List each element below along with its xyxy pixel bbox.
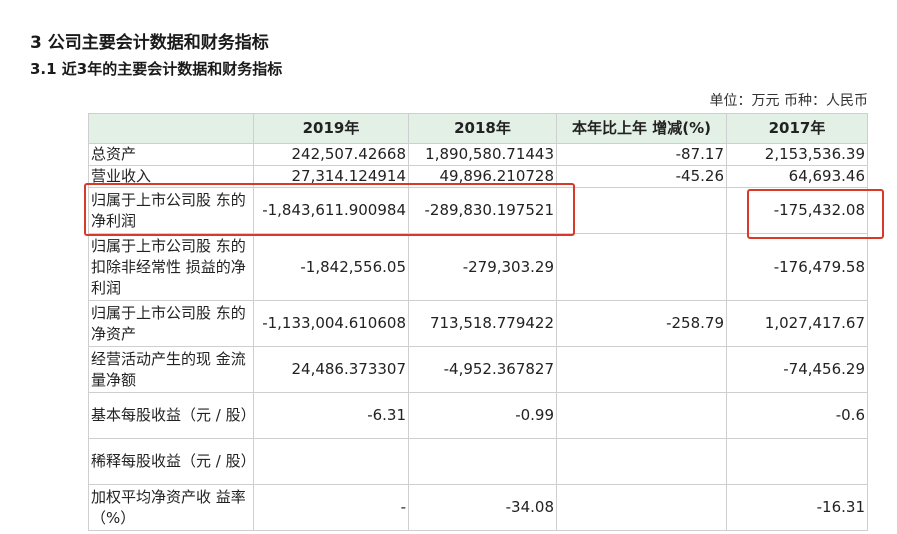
cell-2017: 1,027,417.67	[726, 300, 868, 347]
cell-change: -87.17	[556, 143, 727, 166]
cell-2019: -1,133,004.610608	[253, 300, 409, 347]
cell-change	[556, 187, 727, 234]
row-label: 营业收入	[88, 165, 254, 188]
cell-2018: -0.99	[408, 392, 557, 439]
cell-2019: -1,843,611.900984	[253, 187, 409, 234]
header-label-col	[88, 113, 254, 144]
cell-2018: -4,952.367827	[408, 346, 557, 393]
table-row: 归属于上市公司股 东的净资产 -1,133,004.610608 713,518…	[88, 300, 868, 347]
table-row: 归属于上市公司股 东的扣除非经常性 损益的净利润 -1,842,556.05 -…	[88, 233, 868, 301]
cell-2018: 1,890,580.71443	[408, 143, 557, 166]
cell-2017: -0.6	[726, 392, 868, 439]
cell-2017: 2,153,536.39	[726, 143, 868, 166]
table-row: 营业收入 27,314.124914 49,896.210728 -45.26 …	[88, 165, 868, 188]
header-2019: 2019年	[253, 113, 409, 144]
cell-2019: -1,842,556.05	[253, 233, 409, 301]
row-label: 基本每股收益（元 / 股）	[88, 392, 256, 439]
financial-data-table: 2019年 2018年 本年比上年 增减(%) 2017年 总资产 242,50…	[88, 113, 868, 531]
cell-2019: -	[253, 484, 409, 531]
header-2018: 2018年	[408, 113, 557, 144]
cell-2017: -74,456.29	[726, 346, 868, 393]
cell-2017: -176,479.58	[726, 233, 868, 301]
header-change: 本年比上年 增减(%)	[556, 113, 727, 144]
cell-2018: -289,830.197521	[408, 187, 557, 234]
row-label: 归属于上市公司股 东的净利润	[88, 187, 254, 234]
cell-change: -258.79	[556, 300, 727, 347]
cell-2018: -34.08	[408, 484, 557, 531]
row-label: 经营活动产生的现 金流量净额	[88, 346, 254, 393]
cell-2018: 713,518.779422	[408, 300, 557, 347]
cell-change	[556, 233, 727, 301]
row-label: 加权平均净资产收 益率（%）	[88, 484, 254, 531]
cell-2018: 49,896.210728	[408, 165, 557, 188]
table-row: 加权平均净资产收 益率（%） - -34.08 -16.31	[88, 484, 868, 531]
cell-change	[556, 484, 727, 531]
cell-2019	[253, 438, 409, 485]
cell-2018	[408, 438, 557, 485]
cell-2019: 24,486.373307	[253, 346, 409, 393]
cell-change	[556, 392, 727, 439]
subsection-heading: 3.1 近3年的主要会计数据和财务指标	[30, 60, 283, 78]
cell-2019: 242,507.42668	[253, 143, 409, 166]
row-label: 总资产	[88, 143, 254, 166]
section-heading: 3 公司主要会计数据和财务指标	[30, 33, 269, 53]
row-label: 归属于上市公司股 东的净资产	[88, 300, 254, 347]
unit-note: 单位：万元 币种：人民币	[709, 93, 868, 109]
cell-2018: -279,303.29	[408, 233, 557, 301]
cell-2017: 64,693.46	[726, 165, 868, 188]
cell-change	[556, 438, 727, 485]
cell-2019: 27,314.124914	[253, 165, 409, 188]
table-row: 基本每股收益（元 / 股） -6.31 -0.99 -0.6	[88, 392, 868, 439]
cell-2019: -6.31	[253, 392, 409, 439]
cell-change: -45.26	[556, 165, 727, 188]
cell-2017: -175,432.08	[726, 187, 868, 234]
table-row: 经营活动产生的现 金流量净额 24,486.373307 -4,952.3678…	[88, 346, 868, 393]
header-2017: 2017年	[726, 113, 868, 144]
row-label: 归属于上市公司股 东的扣除非经常性 损益的净利润	[88, 233, 254, 301]
table-row: 总资产 242,507.42668 1,890,580.71443 -87.17…	[88, 143, 868, 166]
table-header-row: 2019年 2018年 本年比上年 增减(%) 2017年	[88, 113, 868, 144]
row-label: 稀释每股收益（元 / 股）	[88, 438, 256, 485]
cell-2017	[726, 438, 868, 485]
cell-change	[556, 346, 727, 393]
table-row: 稀释每股收益（元 / 股）	[88, 438, 868, 485]
table-row: 归属于上市公司股 东的净利润 -1,843,611.900984 -289,83…	[88, 187, 868, 234]
cell-2017: -16.31	[726, 484, 868, 531]
